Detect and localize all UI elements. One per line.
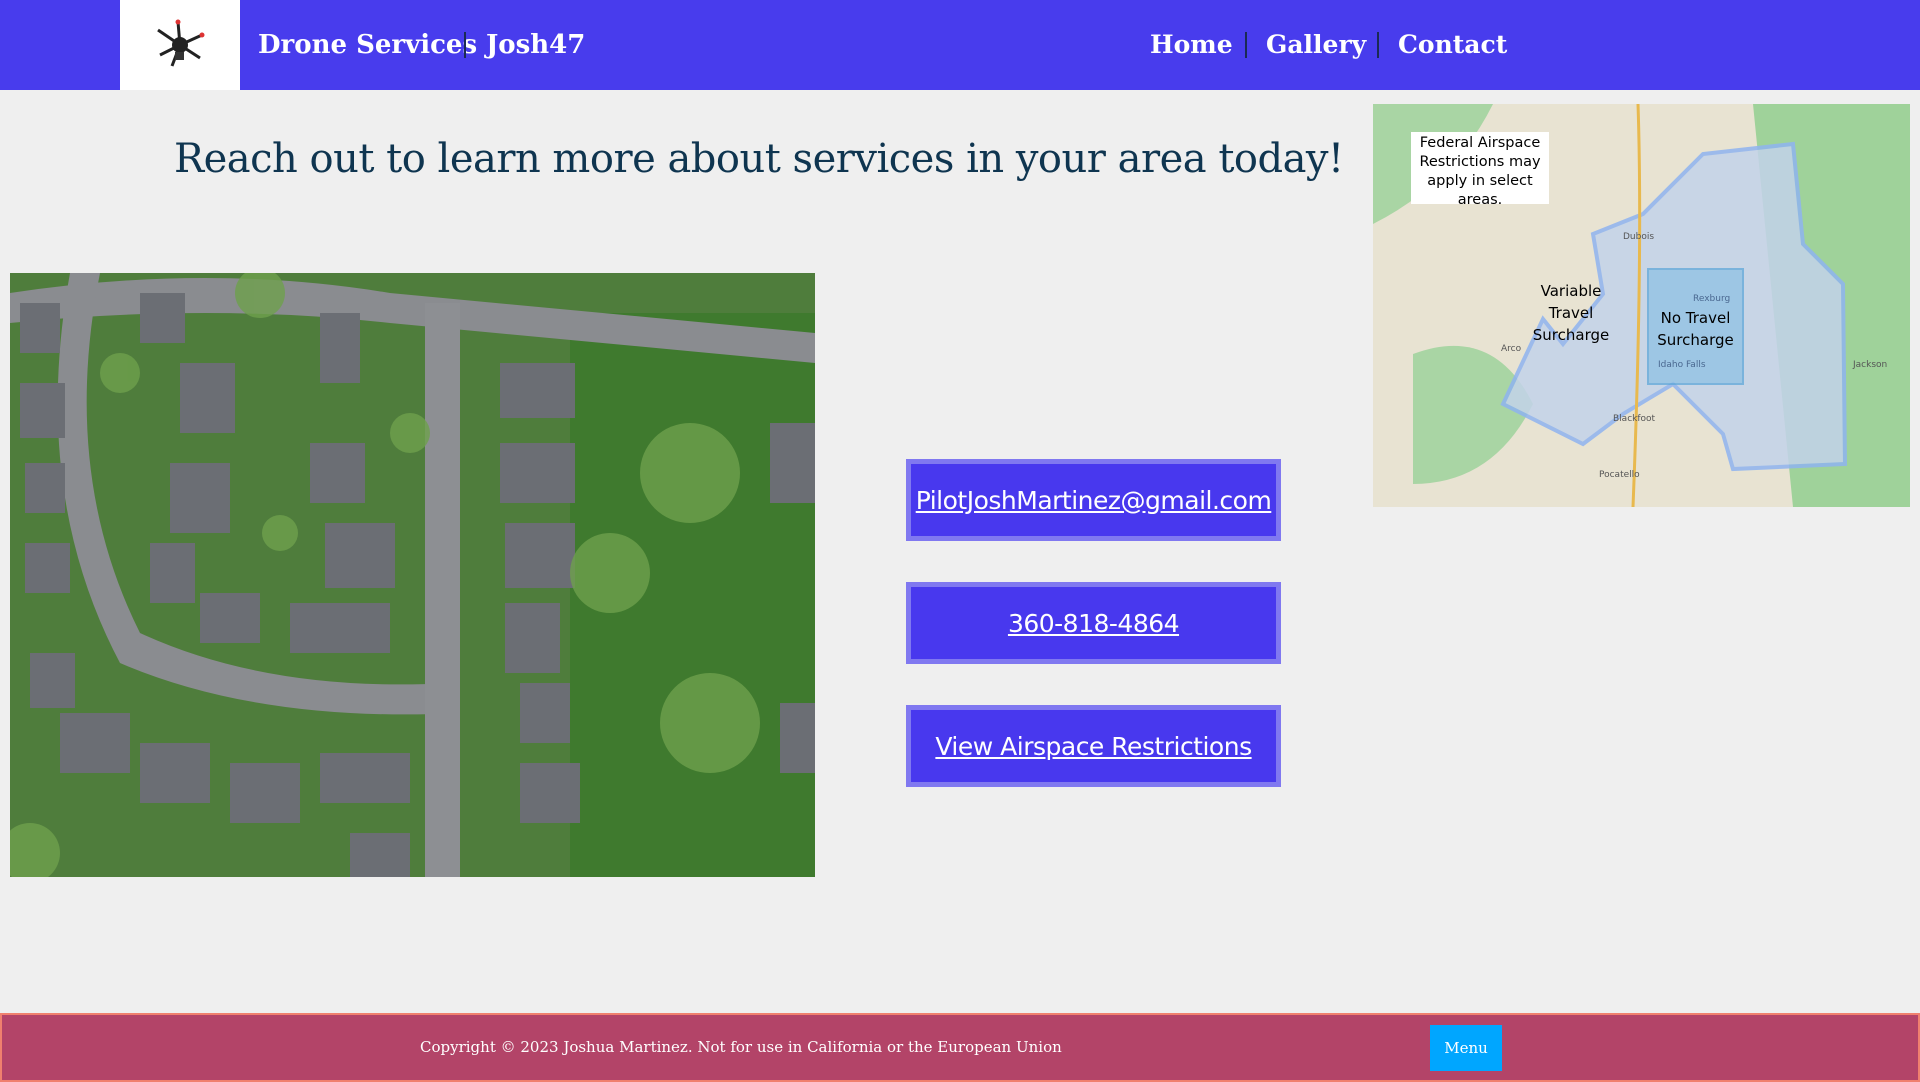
no-surcharge-label: No Travel Surcharge <box>1657 309 1734 349</box>
place-label: Rexburg <box>1693 294 1731 304</box>
email-button[interactable]: PilotJoshMartinez@gmail.com <box>906 459 1281 541</box>
nav-contact[interactable]: Contact <box>1398 0 1507 90</box>
email-link[interactable]: PilotJoshMartinez@gmail.com <box>916 486 1272 515</box>
phone-link[interactable]: 360-818-4864 <box>1008 609 1180 638</box>
drone-icon <box>157 19 205 67</box>
page-headline: Reach out to learn more about services i… <box>174 136 1344 182</box>
place-label: Pocatello <box>1599 470 1640 480</box>
place-label: Dubois <box>1623 232 1655 242</box>
menu-button[interactable]: Menu <box>1430 1025 1502 1071</box>
airspace-button[interactable]: View Airspace Restrictions <box>906 705 1281 787</box>
place-label: Idaho Falls <box>1658 360 1706 370</box>
username: Josh47 <box>486 30 586 60</box>
site-header: Drone Services Josh47 Home Gallery Conta… <box>0 0 1920 90</box>
divider <box>1377 32 1379 58</box>
phone-button[interactable]: 360-818-4864 <box>906 582 1281 664</box>
site-footer: Copyright © 2023 Joshua Martinez. Not fo… <box>0 1013 1920 1082</box>
airspace-link[interactable]: View Airspace Restrictions <box>935 732 1252 761</box>
divider <box>1245 32 1247 58</box>
divider <box>464 32 466 58</box>
copyright-text: Copyright © 2023 Joshua Martinez. Not fo… <box>420 1038 1062 1056</box>
service-area-map: Federal Airspace Restrictions may apply … <box>1373 104 1910 507</box>
aerial-neighborhood-photo <box>0 268 815 883</box>
place-label: Blackfoot <box>1613 414 1656 424</box>
place-label: Jackson <box>1853 360 1888 370</box>
variable-surcharge-label: Variable Travel Surcharge <box>1532 282 1610 344</box>
nav-gallery[interactable]: Gallery <box>1266 0 1366 90</box>
airspace-notice: Federal Airspace Restrictions may apply … <box>1419 135 1541 208</box>
brand-title[interactable]: Drone Services <box>258 0 477 90</box>
place-label: Arco <box>1501 344 1522 354</box>
logo[interactable] <box>120 0 240 90</box>
nav-home[interactable]: Home <box>1150 0 1233 90</box>
